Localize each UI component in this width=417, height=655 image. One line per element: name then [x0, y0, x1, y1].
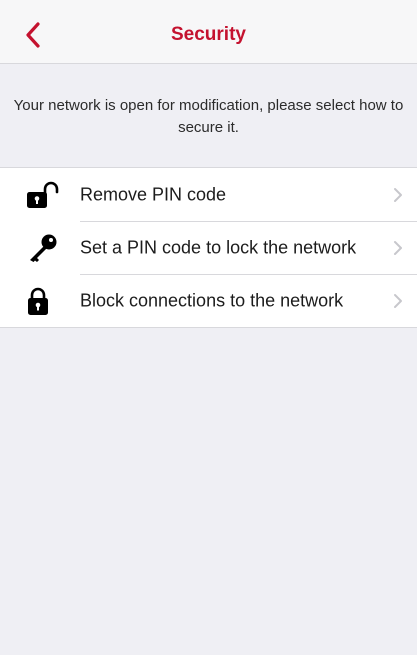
security-options-list: Remove PIN code Set a PIN code to lock t… — [0, 167, 417, 328]
navigation-bar: Security — [0, 0, 417, 64]
security-description: Your network is open for modification, p… — [13, 97, 404, 136]
chevron-right-icon — [394, 293, 402, 308]
key-icon — [26, 233, 62, 263]
security-screen: Security Your network is open for modifi… — [0, 0, 417, 655]
set-pin-option[interactable]: Set a PIN code to lock the network — [0, 221, 417, 274]
remove-pin-option[interactable]: Remove PIN code — [0, 168, 417, 221]
page-title: Security — [171, 24, 246, 45]
lock-closed-icon — [26, 286, 62, 316]
chevron-right-icon — [394, 187, 402, 202]
lock-open-icon — [26, 180, 62, 210]
chevron-right-icon — [394, 240, 402, 255]
option-label: Remove PIN code — [80, 184, 227, 204]
option-label: Set a PIN code to lock the network — [80, 237, 357, 257]
option-label: Block connections to the network — [80, 290, 344, 310]
block-connections-option[interactable]: Block connections to the network — [0, 274, 417, 327]
